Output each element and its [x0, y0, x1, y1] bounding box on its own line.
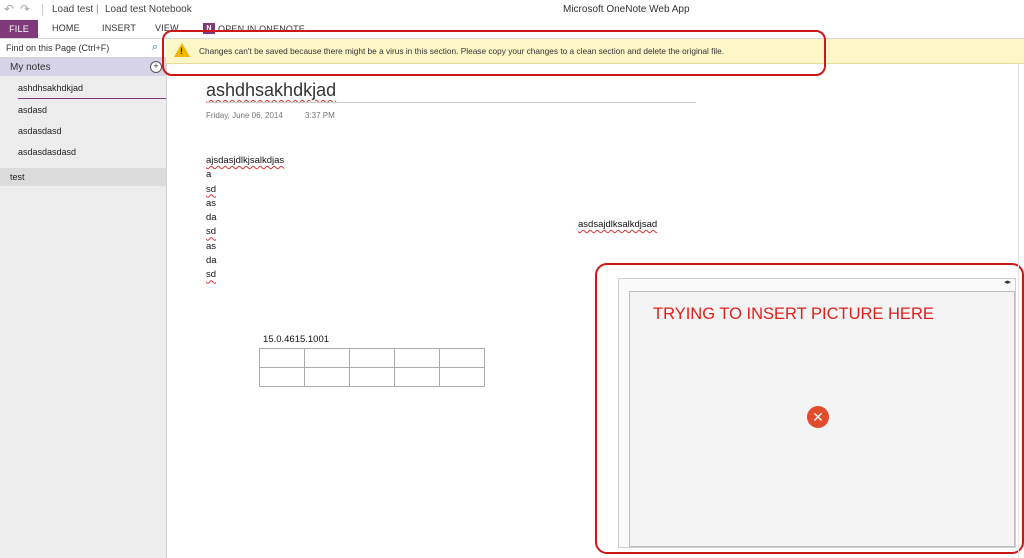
note-table[interactable] — [259, 348, 485, 387]
page-date: Friday, June 06, 2014 — [206, 111, 283, 120]
resize-handle-icon[interactable]: ◂▸ — [1004, 278, 1011, 286]
table-row — [259, 367, 485, 387]
title-separator — [42, 4, 43, 16]
open-in-onenote-button[interactable]: N OPEN IN ONENOTE — [203, 23, 305, 34]
search-icon[interactable]: ⌕ — [152, 41, 158, 54]
note-line: sd — [206, 269, 217, 281]
find-on-page-box[interactable]: Find on this Page (Ctrl+F) ⌕ — [0, 39, 166, 58]
title-divider — [206, 102, 696, 103]
page-item-label: asdasdasdasd — [18, 147, 77, 157]
notebook-label: My notes — [10, 62, 51, 73]
ribbon-tabs: FILE HOME INSERT VIEW N OPEN IN ONENOTE — [0, 20, 1024, 39]
app-title: Microsoft OneNote Web App — [563, 4, 690, 15]
page-item-label: asdasdasd — [18, 126, 62, 136]
page-item-asdasdasd[interactable]: asdasdasd — [0, 120, 166, 141]
note-line: ajsdasjdlkjsalkdjas — [206, 155, 285, 166]
table-cell[interactable] — [439, 367, 485, 387]
floating-note-text[interactable]: asdsajdlksalkdjsad — [578, 219, 657, 230]
page-item-asdasd[interactable]: asdasd — [0, 99, 166, 120]
warning-message: Changes can't be saved because there mig… — [199, 46, 725, 56]
table-row — [259, 348, 485, 368]
version-text[interactable]: 15.0.4615.1001 — [263, 334, 329, 345]
table-cell[interactable] — [304, 348, 350, 368]
navigation-pane: Find on this Page (Ctrl+F) ⌕ My notes + … — [0, 39, 167, 558]
find-on-page-placeholder: Find on this Page (Ctrl+F) — [6, 43, 110, 53]
warning-exclamation: ! — [180, 46, 183, 56]
table-cell[interactable] — [349, 367, 395, 387]
add-page-icon[interactable]: + — [150, 61, 162, 73]
table-cell[interactable] — [259, 348, 305, 368]
tab-file[interactable]: FILE — [0, 20, 38, 38]
breadcrumb-separator: | — [96, 4, 99, 15]
page-item-ashdhsakhdkjad[interactable]: ashdhsakhdkjad — [18, 77, 166, 99]
tab-view[interactable]: VIEW — [155, 23, 179, 33]
page-list: ashdhsakhdkjad asdasd asdasdasd asdasdas… — [0, 77, 166, 162]
page-time: 3:37 PM — [305, 111, 335, 120]
breadcrumb-notebook-name[interactable]: Load test Notebook — [105, 4, 192, 15]
note-line: da — [206, 255, 217, 267]
onenote-logo-icon: N — [203, 23, 215, 34]
note-line: sd — [206, 226, 217, 238]
page-item-label: ashdhsakhdkjad — [18, 83, 84, 93]
tab-insert[interactable]: INSERT — [102, 23, 136, 33]
redo-icon[interactable]: ↷ — [20, 2, 30, 16]
page-item-asdasdasdasd[interactable]: asdasdasdasd — [0, 141, 166, 162]
table-cell[interactable] — [439, 348, 485, 368]
note-text-block[interactable]: ajsdasjdlkjsalkdjas a sd as da sd as da … — [206, 154, 284, 283]
tab-home[interactable]: HOME — [52, 23, 80, 33]
note-line: da — [206, 212, 217, 224]
undo-icon[interactable]: ↶ — [4, 2, 14, 16]
breadcrumb-notebook[interactable]: Load test — [52, 4, 93, 15]
open-in-onenote-label: OPEN IN ONENOTE — [218, 23, 306, 34]
picture-caption: TRYING TO INSERT PICTURE HERE — [653, 305, 934, 323]
page-title[interactable]: ashdhsakhdkjad — [206, 80, 336, 101]
note-line: sd — [206, 183, 217, 195]
note-line: as — [206, 240, 217, 252]
note-line: as — [206, 197, 217, 209]
table-cell[interactable] — [259, 367, 305, 387]
page-item-label: asdasd — [18, 105, 48, 115]
notebook-my-notes[interactable]: My notes + — [0, 58, 166, 76]
table-cell[interactable] — [304, 367, 350, 387]
virus-warning-banner: ! Changes can't be saved because there m… — [166, 39, 1024, 64]
note-line: a — [206, 169, 212, 181]
table-cell[interactable] — [349, 348, 395, 368]
section-label: test — [10, 172, 25, 182]
error-x-icon: ✕ — [807, 406, 829, 428]
page-edge-line — [1018, 63, 1019, 558]
title-bar: ↶ ↷ Load test | Load test Notebook Micro… — [0, 0, 1024, 20]
table-cell[interactable] — [394, 348, 440, 368]
section-test[interactable]: test — [0, 168, 166, 186]
table-cell[interactable] — [394, 367, 440, 387]
